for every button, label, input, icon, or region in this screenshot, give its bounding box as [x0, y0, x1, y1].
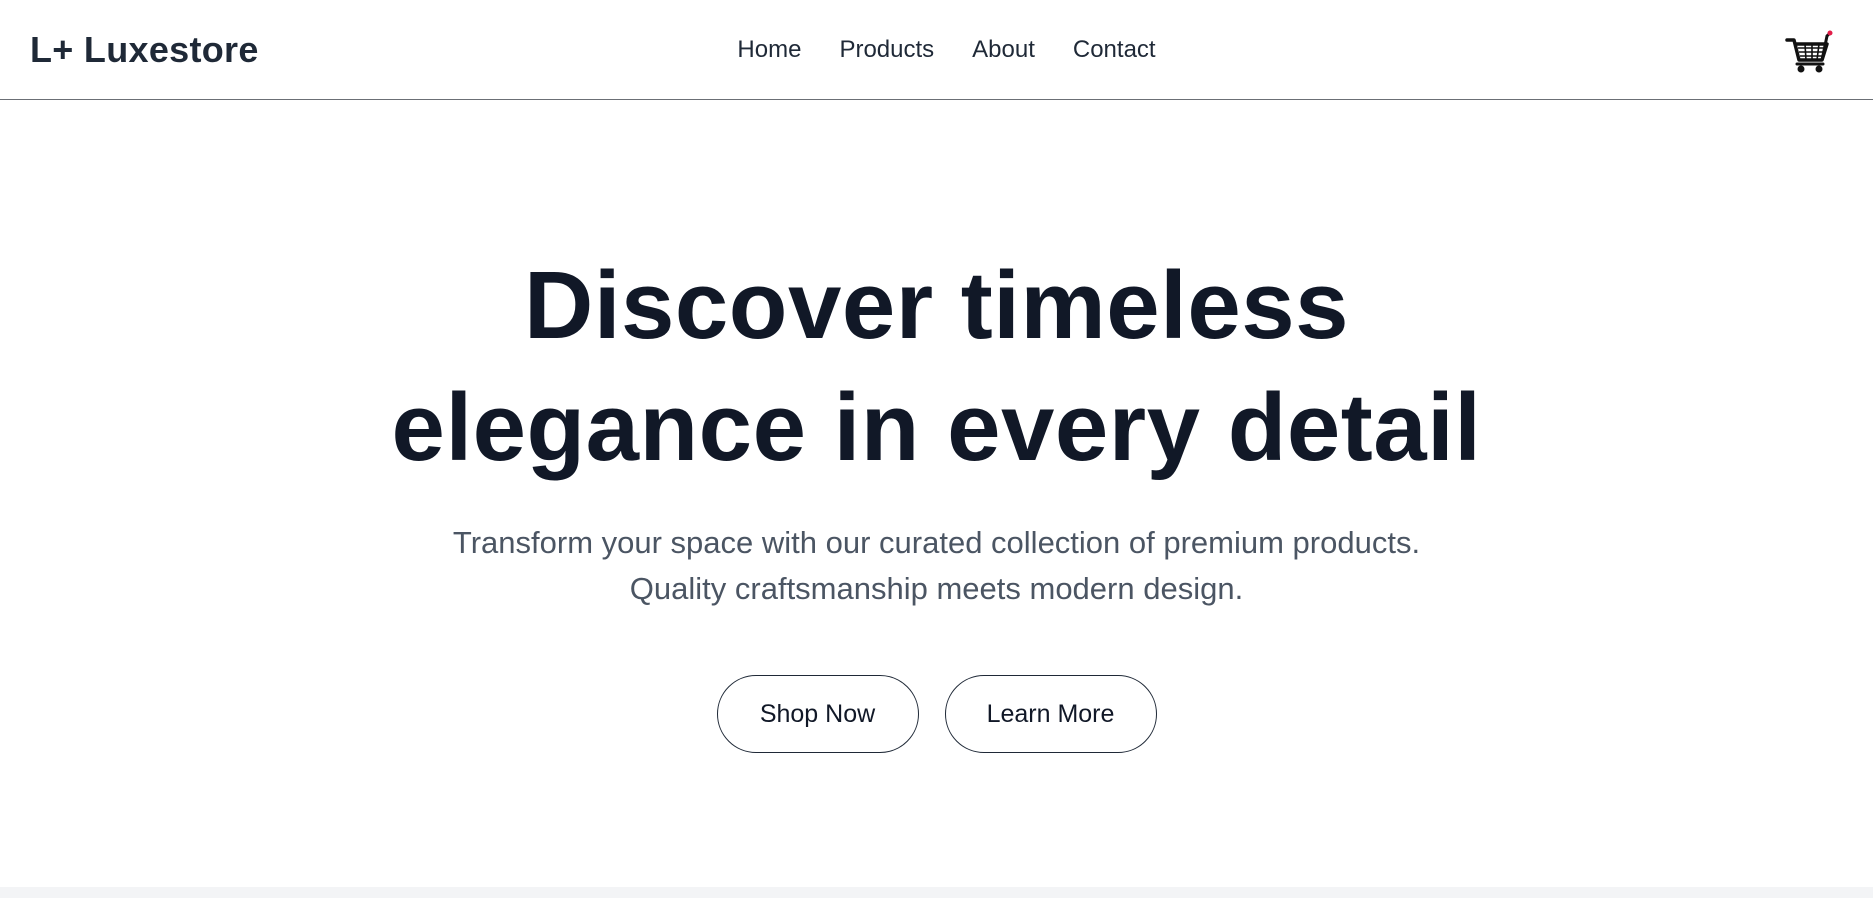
hero-subtitle-line-1: Transform your space with our curated co… [452, 525, 1421, 560]
nav-link-home[interactable]: Home [737, 34, 801, 66]
hero-title-line-1: Discover timeless [524, 252, 1349, 359]
nav-link-about[interactable]: About [972, 34, 1035, 66]
cart-button[interactable] [1785, 28, 1833, 74]
hero-subtitle-line-2: Quality craftsmanship meets modern desig… [629, 571, 1244, 606]
hero-actions: Shop Now Learn More [0, 675, 1873, 753]
site-header: L+ Luxestore Home Products About Contact [0, 0, 1873, 100]
shopping-cart-icon [1785, 30, 1833, 73]
hero-subtitle: Transform your space with our curated co… [0, 520, 1873, 612]
hero-section: Discover timeless elegance in every deta… [0, 100, 1873, 887]
next-section-edge [0, 887, 1873, 898]
nav-link-contact[interactable]: Contact [1073, 34, 1156, 66]
shop-now-button[interactable]: Shop Now [716, 675, 919, 753]
main-nav: Home Products About Contact [0, 34, 1873, 66]
nav-link-products[interactable]: Products [839, 34, 934, 66]
hero-title-line-2: elegance in every detail [391, 374, 1482, 481]
learn-more-button[interactable]: Learn More [944, 675, 1157, 753]
hero-title: Discover timeless elegance in every deta… [0, 245, 1873, 489]
